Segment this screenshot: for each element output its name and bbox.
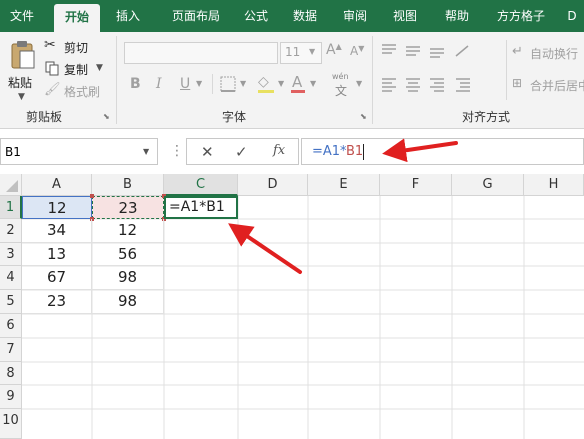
annotation-arrows (228, 138, 458, 274)
arrow-to-formula (382, 138, 458, 163)
arrow-to-cell (228, 223, 302, 274)
